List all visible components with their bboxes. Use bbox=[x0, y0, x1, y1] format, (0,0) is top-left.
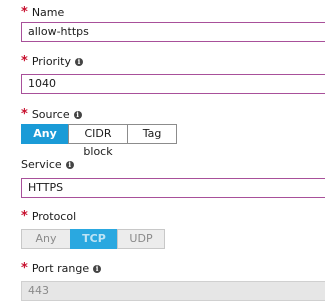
required-asterisk: * bbox=[21, 54, 28, 69]
source-option-cidr-block[interactable]: CIDR block bbox=[68, 124, 128, 158]
info-icon[interactable]: i bbox=[65, 161, 74, 169]
required-asterisk: * bbox=[21, 5, 28, 20]
protocol-label: Protocol bbox=[31, 210, 77, 223]
priority-label: Priority bbox=[31, 55, 71, 68]
protocol-selector: Any TCP UDP bbox=[21, 229, 165, 249]
service-label: Service bbox=[21, 158, 62, 171]
priority-label-row: * Priority i bbox=[21, 55, 83, 69]
service-label-row: Service i bbox=[21, 158, 74, 172]
required-asterisk: * bbox=[21, 261, 28, 276]
required-asterisk: * bbox=[21, 107, 28, 122]
name-input[interactable]: allow-https bbox=[21, 22, 325, 42]
protocol-option-tcp[interactable]: TCP bbox=[70, 229, 118, 249]
name-label-row: * Name bbox=[21, 6, 64, 20]
name-label: Name bbox=[31, 6, 65, 19]
service-select[interactable]: HTTPS bbox=[21, 178, 325, 198]
info-icon[interactable]: i bbox=[93, 265, 102, 273]
info-icon[interactable]: i bbox=[74, 58, 83, 66]
source-option-tag[interactable]: Tag bbox=[127, 124, 177, 144]
protocol-option-any[interactable]: Any bbox=[21, 229, 71, 249]
protocol-option-udp[interactable]: UDP bbox=[117, 229, 165, 249]
source-selector: Any CIDR block Tag bbox=[21, 124, 177, 158]
info-icon[interactable]: i bbox=[73, 111, 82, 119]
source-option-any[interactable]: Any bbox=[21, 124, 69, 144]
source-label-row: * Source i bbox=[21, 108, 82, 122]
port-range-label-row: * Port range i bbox=[21, 261, 102, 276]
port-range-input[interactable]: 443 bbox=[21, 281, 325, 301]
port-range-label: Port range bbox=[31, 262, 90, 275]
required-asterisk: * bbox=[21, 209, 28, 224]
priority-input[interactable]: 1040 bbox=[21, 74, 325, 94]
protocol-label-row: * Protocol bbox=[21, 210, 76, 224]
source-label: Source bbox=[31, 108, 70, 121]
